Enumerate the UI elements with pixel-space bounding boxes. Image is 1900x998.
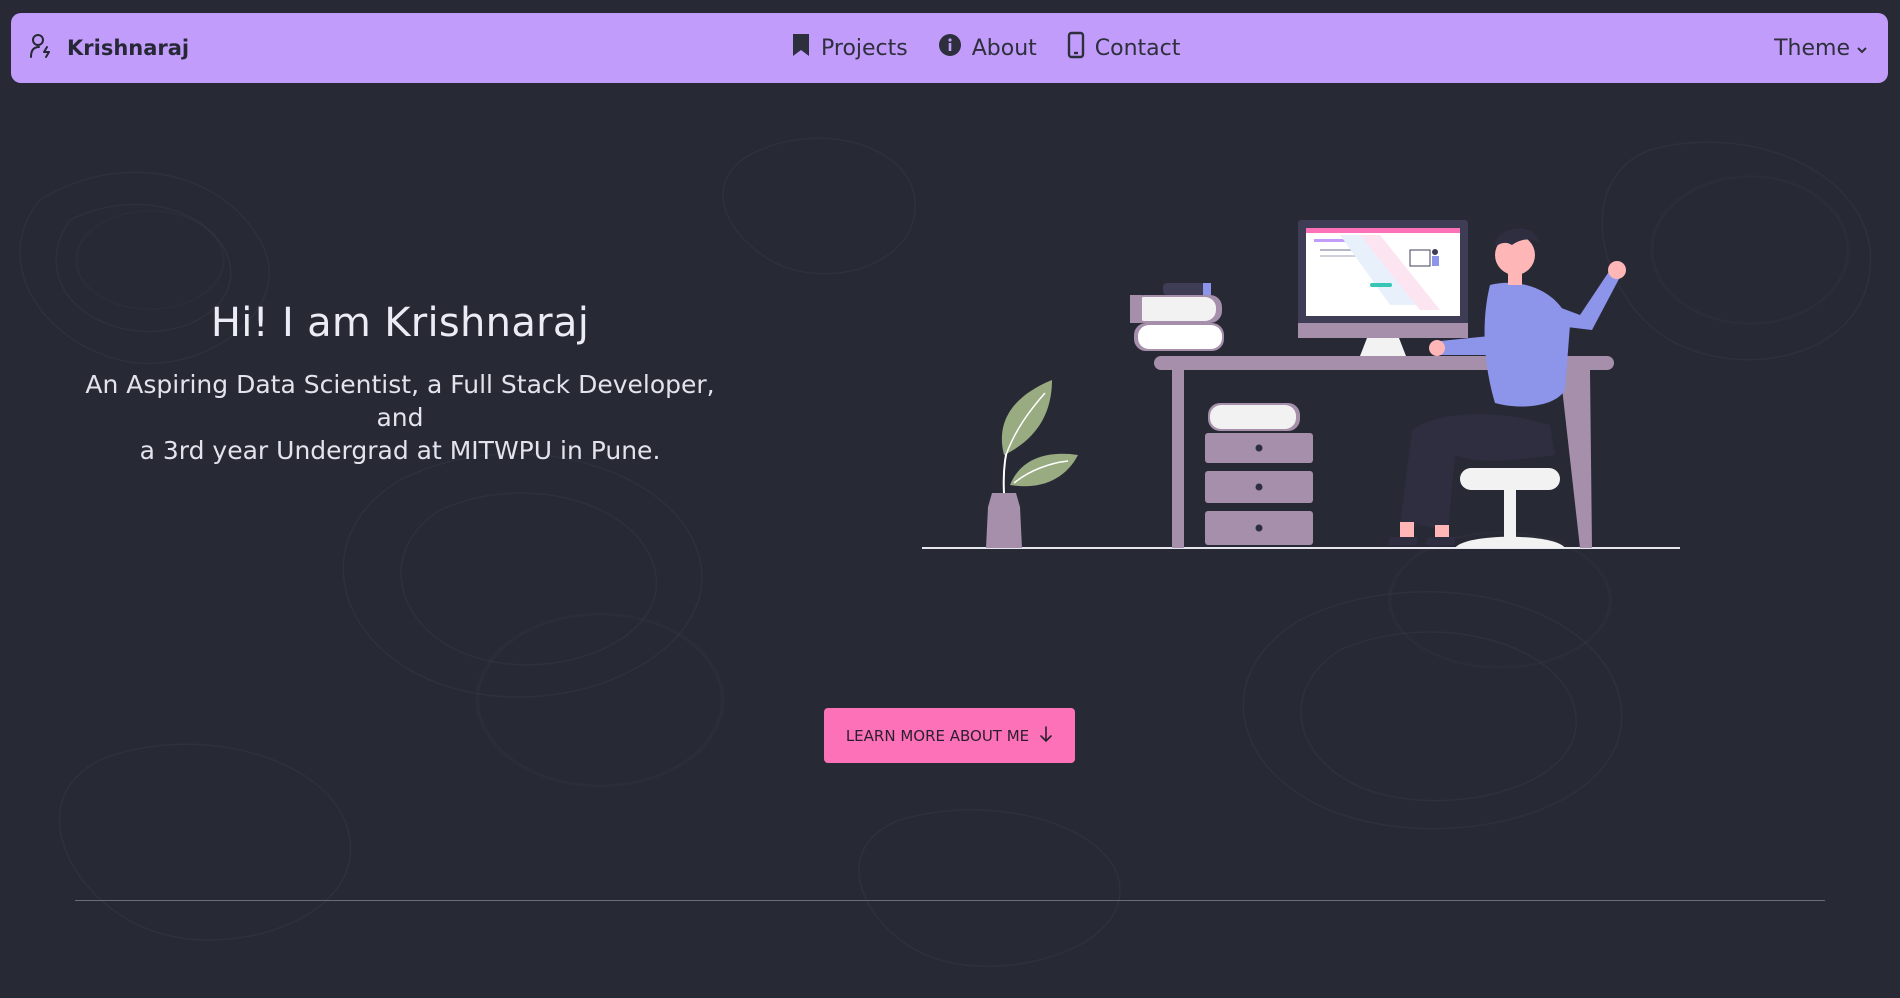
hero-title: Hi! I am Krishnaraj: [210, 300, 590, 346]
nav-link-contact[interactable]: Contact: [1067, 31, 1181, 65]
learn-more-button[interactable]: LEARN MORE ABOUT ME: [824, 708, 1075, 763]
navbar: Krishnaraj Projects About Contact Theme: [11, 13, 1888, 83]
nav-link-about[interactable]: About: [938, 33, 1037, 63]
hero-subtitle-line: An Aspiring Data Scientist, a Full Stack…: [85, 370, 715, 432]
section-divider: [75, 900, 1825, 901]
info-circle-icon: [938, 33, 962, 63]
bookmark-icon: [791, 32, 811, 64]
page: Krishnaraj Projects About Contact Theme …: [0, 0, 1900, 998]
brand-name: Krishnaraj: [67, 36, 190, 60]
arrow-down-icon: [1039, 725, 1053, 747]
nav-link-label: Projects: [821, 35, 908, 61]
hero-subtitle: An Aspiring Data Scientist, a Full Stack…: [60, 368, 740, 467]
hero-intro: Hi! I am Krishnaraj An Aspiring Data Sci…: [60, 300, 740, 467]
learn-more-label: LEARN MORE ABOUT ME: [845, 726, 1030, 745]
user-bolt-icon: [29, 33, 53, 63]
theme-dropdown[interactable]: Theme: [1774, 13, 1868, 83]
developer-at-desk-illustration: [922, 220, 1680, 549]
phone-icon: [1067, 31, 1085, 65]
nav-link-label: Contact: [1094, 35, 1181, 61]
chevron-down-icon: [1856, 36, 1868, 61]
nav-links: Projects About Contact: [791, 13, 1180, 83]
theme-label: Theme: [1774, 35, 1850, 61]
nav-link-label: About: [971, 35, 1037, 61]
brand-link[interactable]: Krishnaraj: [29, 13, 189, 83]
nav-link-projects[interactable]: Projects: [791, 32, 908, 64]
hero-subtitle-line: a 3rd year Undergrad at MITWPU in Pune.: [139, 436, 661, 465]
